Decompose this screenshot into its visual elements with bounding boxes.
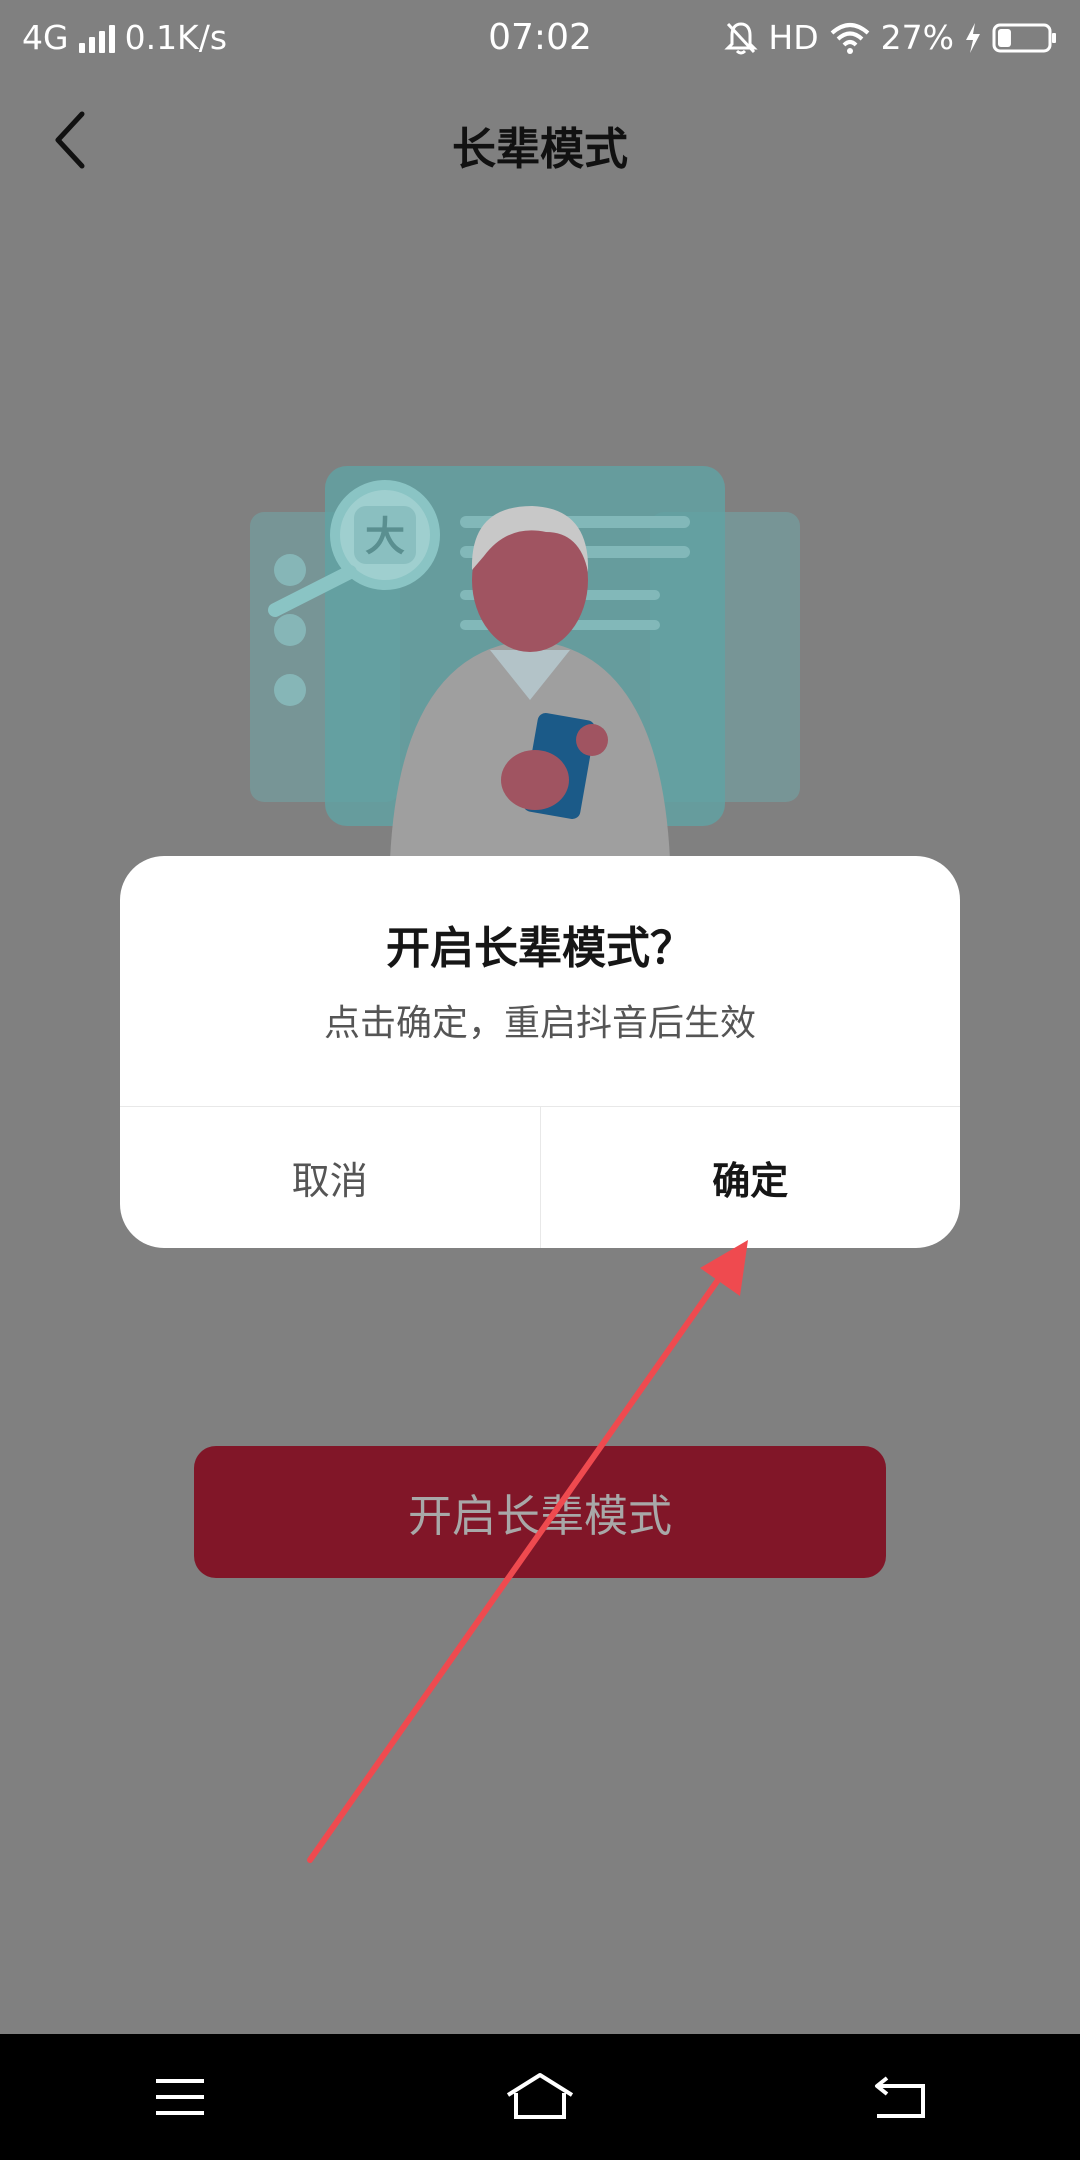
- menu-icon: [156, 2079, 204, 2115]
- return-button[interactable]: [840, 2047, 960, 2147]
- wifi-icon: [830, 22, 869, 54]
- mute-bell-icon: [724, 21, 759, 54]
- network-speed: 0.1K/s: [124, 18, 228, 57]
- system-nav-bar: [0, 2034, 1080, 2160]
- menu-button[interactable]: [120, 2047, 240, 2147]
- page-title: 长辈模式: [452, 124, 628, 175]
- home-icon: [506, 2073, 574, 2119]
- network-type: 4G: [22, 18, 69, 57]
- illustration-magnifier-char: 大: [365, 514, 405, 560]
- dialog-message: 点击确定，重启抖音后生效: [323, 1003, 756, 1044]
- charging-icon: [966, 22, 980, 53]
- dialog-actions: 取消 确定: [120, 1106, 960, 1248]
- status-right: HD 27%: [724, 18, 1058, 57]
- home-button[interactable]: [480, 2047, 600, 2147]
- battery-icon: [992, 23, 1056, 52]
- confirm-dialog: 开启长辈模式？ 点击确定，重启抖音后生效 取消 确定: [120, 856, 960, 1248]
- header: 长辈模式: [0, 75, 1080, 205]
- signal-icon: [78, 23, 115, 53]
- back-icon: [875, 2076, 925, 2118]
- hd-badge: HD: [768, 18, 819, 57]
- cancel-button[interactable]: 取消: [120, 1107, 541, 1248]
- confirm-button[interactable]: 确定: [541, 1107, 961, 1248]
- enable-elder-mode-button[interactable]: 开启长辈模式: [194, 1446, 886, 1578]
- battery-percent: 27%: [880, 18, 954, 57]
- status-bar: 4G 0.1K/s 07:02 HD 27%: [0, 0, 1080, 75]
- status-left: 4G 0.1K/s: [22, 18, 227, 57]
- elder-mode-illustration: 大: [250, 466, 800, 860]
- dialog-title: 开启长辈模式？: [386, 923, 694, 974]
